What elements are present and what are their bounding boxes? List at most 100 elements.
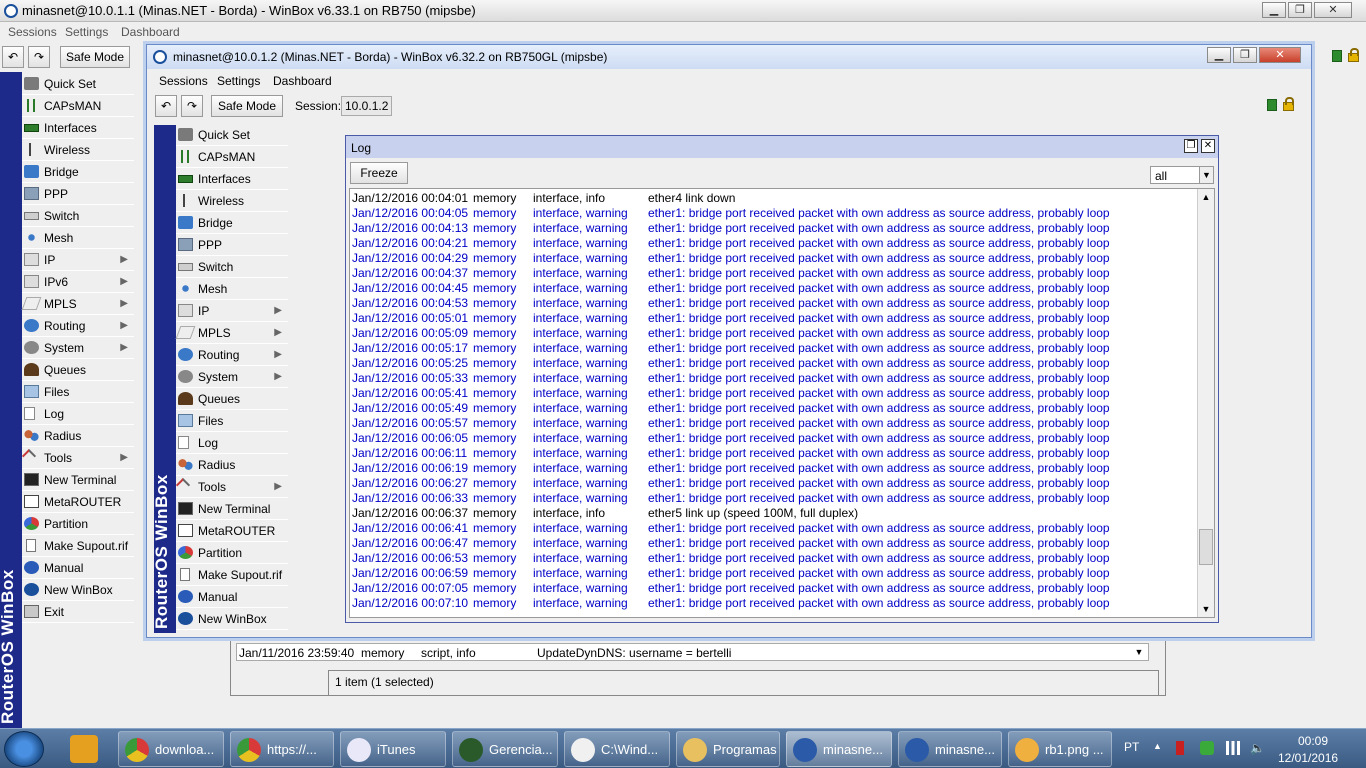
inner-title-bar[interactable]: minasnet@10.0.1.2 (Minas.NET - Borda) - … xyxy=(147,45,1311,69)
table-row[interactable]: Jan/12/2016 00:04:45 memory interface, war… xyxy=(350,281,1198,296)
sidebar-item-manual[interactable]: Manual xyxy=(176,586,288,608)
clock-time[interactable]: 00:09 xyxy=(1298,734,1328,748)
media-player-icon[interactable] xyxy=(70,735,98,763)
table-row[interactable]: Jan/12/2016 00:06:05 memory interface, war… xyxy=(350,431,1198,446)
sidebar-item-switch[interactable]: Switch xyxy=(22,205,134,227)
sidebar-item-wireless[interactable]: Wireless xyxy=(22,139,134,161)
signal-icon[interactable] xyxy=(1226,741,1240,755)
table-row[interactable]: Jan/12/2016 00:04:01 memory interface, inf… xyxy=(350,191,1198,206)
sidebar-item-partition[interactable]: Partition xyxy=(22,513,134,535)
scroll-thumb[interactable] xyxy=(1199,529,1213,565)
table-row[interactable]: Jan/12/2016 00:06:41 memory interface, war… xyxy=(350,521,1198,536)
start-button[interactable] xyxy=(4,731,44,767)
sidebar-item-mpls[interactable]: MPLS ▶ xyxy=(21,293,134,315)
undo-button[interactable]: ↶ xyxy=(2,46,24,68)
table-row[interactable]: Jan/12/2016 00:04:05 memory interface, war… xyxy=(350,206,1198,221)
sidebar-item-bridge[interactable]: Bridge xyxy=(22,161,134,183)
sidebar-item-ip[interactable]: IP ▶ xyxy=(176,300,288,322)
safe-mode-button[interactable]: Safe Mode xyxy=(60,46,130,68)
sidebar-item-bridge[interactable]: Bridge xyxy=(176,212,288,234)
nvidia-icon[interactable] xyxy=(1200,741,1214,755)
sidebar-item-metarouter[interactable]: MetaROUTER xyxy=(176,520,288,542)
close-button[interactable]: ✕ xyxy=(1259,47,1301,63)
table-row[interactable]: Jan/12/2016 00:06:59 memory interface, war… xyxy=(350,566,1198,581)
taskbar-item[interactable]: Gerencia... xyxy=(452,731,558,767)
sidebar-item-log[interactable]: Log xyxy=(22,403,134,425)
taskbar-item[interactable]: Programas xyxy=(676,731,780,767)
sidebar-item-system[interactable]: System ▶ xyxy=(176,366,288,388)
safe-mode-button[interactable]: Safe Mode xyxy=(211,95,283,117)
table-row[interactable]: Jan/12/2016 00:05:41 memory interface, war… xyxy=(350,386,1198,401)
scroll-down-icon[interactable]: ▼ xyxy=(1199,602,1213,616)
table-row[interactable]: Jan/12/2016 00:04:21 memory interface, war… xyxy=(350,236,1198,251)
sidebar-item-make-supout-rif[interactable]: Make Supout.rif xyxy=(22,535,134,557)
maximize-button[interactable]: ❐ xyxy=(1233,47,1257,63)
sidebar-item-tools[interactable]: Tools ▶ xyxy=(21,447,134,469)
redo-button[interactable]: ↷ xyxy=(181,95,203,117)
table-row[interactable]: Jan/12/2016 00:05:25 memory interface, war… xyxy=(350,356,1198,371)
sidebar-item-quick-set[interactable]: Quick Set xyxy=(176,124,288,146)
sidebar-item-new-winbox[interactable]: New WinBox xyxy=(22,579,134,601)
close-icon[interactable]: ✕ xyxy=(1201,139,1215,153)
taskbar-item[interactable]: https://... xyxy=(230,731,334,767)
clock-date[interactable]: 12/01/2016 xyxy=(1278,751,1338,765)
redo-button[interactable]: ↷ xyxy=(28,46,50,68)
sidebar-item-mesh[interactable]: Mesh xyxy=(22,227,134,249)
table-row[interactable]: Jan/12/2016 00:06:27 memory interface, war… xyxy=(350,476,1198,491)
menu-sessions[interactable]: Sessions xyxy=(159,74,208,88)
maximize-button[interactable]: ❐ xyxy=(1288,2,1312,18)
sidebar-item-new-terminal[interactable]: New Terminal xyxy=(176,498,288,520)
sidebar-item-ppp[interactable]: PPP xyxy=(176,234,288,256)
minimize-button[interactable]: ▁ xyxy=(1262,2,1286,18)
sidebar-item-partition[interactable]: Partition xyxy=(176,542,288,564)
freeze-button[interactable]: Freeze xyxy=(350,162,408,184)
chevron-down-icon[interactable]: ▼ xyxy=(1199,167,1213,183)
table-row[interactable]: Jan/12/2016 00:05:57 memory interface, war… xyxy=(350,416,1198,431)
log-filter-select[interactable]: all ▼ xyxy=(1150,166,1214,184)
scroll-up-icon[interactable]: ▲ xyxy=(1199,190,1213,204)
table-row[interactable]: Jan/12/2016 00:07:10 memory interface, war… xyxy=(350,596,1198,611)
sidebar-item-ppp[interactable]: PPP xyxy=(22,183,134,205)
table-row[interactable]: Jan/12/2016 00:06:33 memory interface, war… xyxy=(350,491,1198,506)
log-vertical-scrollbar[interactable]: ▲ ▼ xyxy=(1197,189,1214,617)
sidebar-item-queues[interactable]: Queues xyxy=(22,359,134,381)
sidebar-item-ipv6[interactable]: IPv6 ▶ xyxy=(22,271,134,293)
table-row[interactable]: Jan/12/2016 00:06:19 memory interface, war… xyxy=(350,461,1198,476)
sidebar-item-exit[interactable]: Exit xyxy=(22,601,134,623)
sidebar-item-capsman[interactable]: CAPsMAN xyxy=(22,95,134,117)
menu-sessions[interactable]: Sessions xyxy=(8,25,57,39)
undo-button[interactable]: ↶ xyxy=(155,95,177,117)
sidebar-item-interfaces[interactable]: Interfaces xyxy=(22,117,134,139)
sidebar-item-new-winbox[interactable]: New WinBox xyxy=(176,608,288,630)
table-row[interactable]: Jan/12/2016 00:06:37 memory interface, inf… xyxy=(350,506,1198,521)
language-indicator[interactable]: PT xyxy=(1124,740,1139,754)
sidebar-item-queues[interactable]: Queues xyxy=(176,388,288,410)
close-button[interactable]: ✕ xyxy=(1314,2,1352,18)
table-row[interactable]: Jan/12/2016 00:04:37 memory interface, war… xyxy=(350,266,1198,281)
table-row[interactable]: Jan/12/2016 00:05:01 memory interface, war… xyxy=(350,311,1198,326)
sidebar-item-ip[interactable]: IP ▶ xyxy=(22,249,134,271)
sidebar-item-mesh[interactable]: Mesh xyxy=(176,278,288,300)
menu-settings[interactable]: Settings xyxy=(65,25,108,39)
log-window-title-bar[interactable]: Log ❐ ✕ xyxy=(346,136,1218,158)
minimize-button[interactable]: ▁ xyxy=(1207,47,1231,63)
table-row[interactable]: Jan/12/2016 00:05:17 memory interface, war… xyxy=(350,341,1198,356)
sidebar-item-new-terminal[interactable]: New Terminal xyxy=(22,469,134,491)
sidebar-item-radius[interactable]: Radius xyxy=(176,454,288,476)
taskbar-item[interactable]: minasne... xyxy=(898,731,1002,767)
taskbar-item[interactable]: rb1.png ... xyxy=(1008,731,1112,767)
sidebar-item-wireless[interactable]: Wireless xyxy=(176,190,288,212)
volume-icon[interactable]: 🔈 xyxy=(1250,741,1265,755)
table-row[interactable]: Jan/12/2016 00:04:13 memory interface, war… xyxy=(350,221,1198,236)
sidebar-item-capsman[interactable]: CAPsMAN xyxy=(176,146,288,168)
sidebar-item-system[interactable]: System ▶ xyxy=(22,337,134,359)
sidebar-item-metarouter[interactable]: MetaROUTER xyxy=(22,491,134,513)
menu-dashboard[interactable]: Dashboard xyxy=(273,74,332,88)
maximize-icon[interactable]: ❐ xyxy=(1184,139,1198,153)
sidebar-item-log[interactable]: Log xyxy=(176,432,288,454)
sidebar-item-manual[interactable]: Manual xyxy=(22,557,134,579)
table-row[interactable]: Jan/12/2016 00:04:29 memory interface, war… xyxy=(350,251,1198,266)
sidebar-item-interfaces[interactable]: Interfaces xyxy=(176,168,288,190)
sidebar-item-make-supout-rif[interactable]: Make Supout.rif xyxy=(176,564,288,586)
table-row[interactable]: Jan/12/2016 00:07:05 memory interface, war… xyxy=(350,581,1198,596)
